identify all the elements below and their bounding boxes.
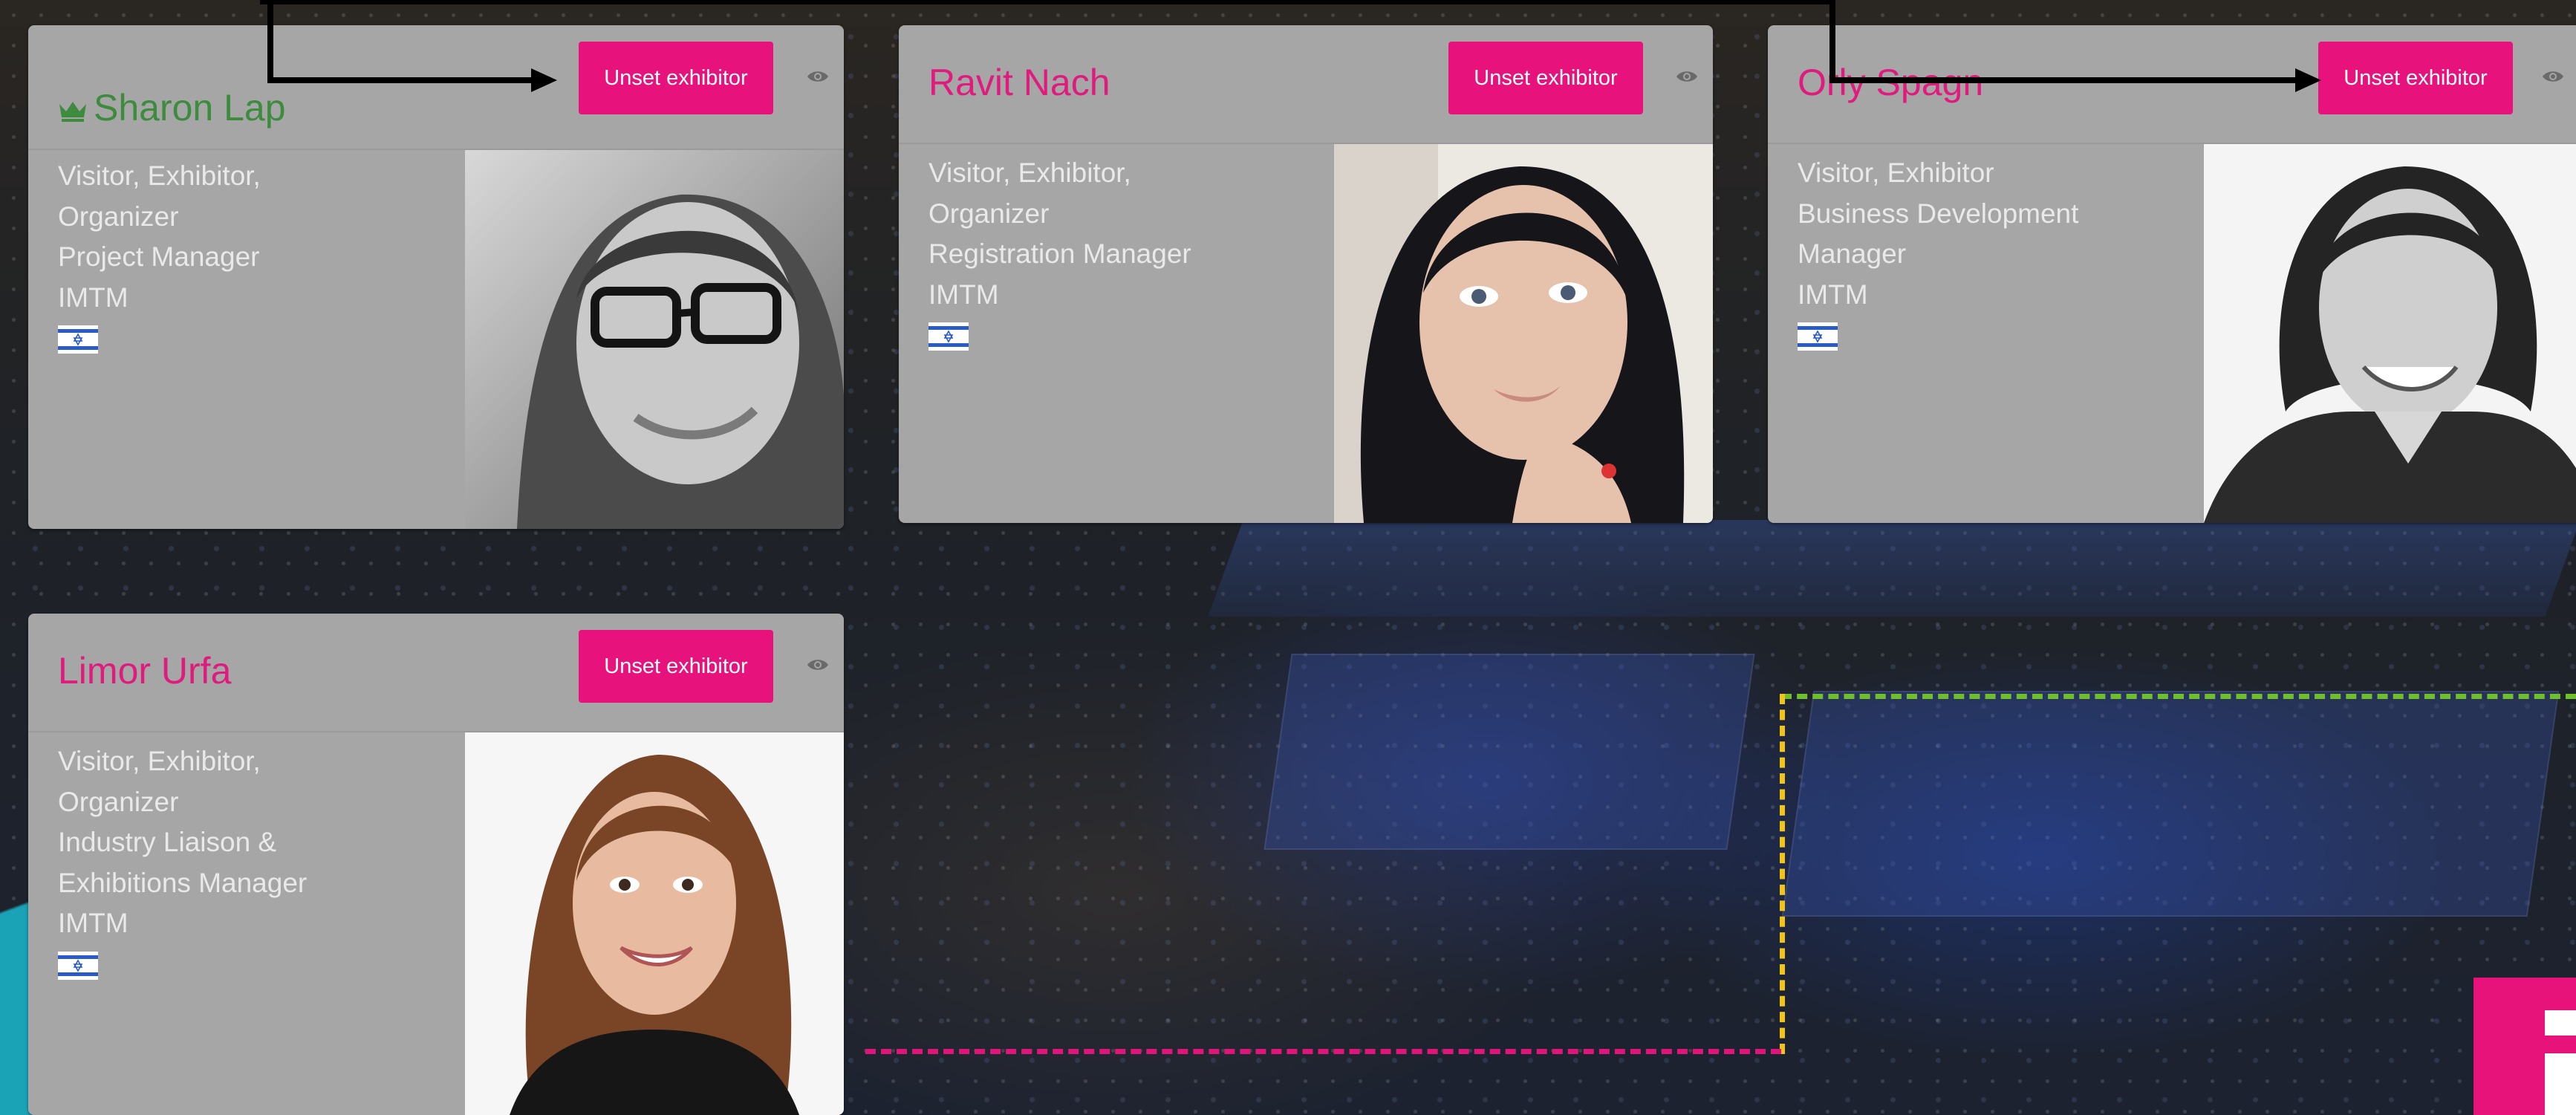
person-photo (2204, 144, 2576, 523)
job-title: Exhibitions Manager (58, 867, 308, 898)
portrait-image (1334, 144, 1713, 523)
roles-line: Organizer (58, 786, 179, 817)
israel-flag-icon (58, 951, 98, 980)
person-photo (465, 150, 844, 529)
roles-line: Organizer (928, 198, 1050, 229)
job-title: Manager (1798, 238, 1907, 269)
roles-line: Visitor, Exhibitor, (58, 160, 261, 191)
roles-line: Visitor, Exhibitor, (58, 746, 261, 776)
annotation-line-top (260, 0, 1835, 4)
unset-exhibitor-button[interactable]: Unset exhibitor (579, 42, 773, 114)
logo-mark (2545, 1010, 2576, 1115)
person-card-orly: Orly Spagn Unset exhibitor Visitor, Exhi… (1768, 25, 2576, 523)
crown-icon (59, 101, 86, 122)
unset-exhibitor-button[interactable]: Unset exhibitor (579, 630, 773, 703)
guide-line-pink (865, 1049, 1781, 1054)
israel-flag-icon (58, 325, 98, 354)
israel-flag-icon (1798, 322, 1838, 351)
job-title: Project Manager (58, 241, 260, 272)
person-name-text: Sharon Lap (94, 87, 286, 129)
company-name: IMTM (928, 279, 999, 310)
eye-icon[interactable] (2542, 68, 2564, 85)
roles-line: Visitor, Exhibitor, (928, 157, 1131, 188)
person-card-sharon: Sharon Lap Unset exhibitor Visitor, Exhi… (28, 25, 844, 529)
person-name[interactable]: Ravit Nach (928, 61, 1110, 104)
guide-line-yellow (1780, 694, 1785, 1054)
person-photo (465, 732, 844, 1115)
company-name: IMTM (1798, 279, 1868, 310)
booth-left (1263, 654, 1755, 850)
annotation-arrow-right (1829, 0, 2321, 92)
roles-line: Organizer (58, 201, 179, 232)
company-name: IMTM (58, 282, 129, 313)
person-card-ravit: Ravit Nach Unset exhibitor Visitor, Exhi… (899, 25, 1713, 523)
person-card-limor: Limor Urfa Unset exhibitor Visitor, Exhi… (28, 614, 844, 1115)
booth-roof (1208, 520, 2576, 617)
person-details: Visitor, Exhibitor Business Development … (1798, 153, 2199, 351)
person-name[interactable]: Limor Urfa (58, 649, 231, 692)
roles-line: Visitor, Exhibitor (1798, 157, 1994, 188)
company-name: IMTM (58, 908, 129, 938)
eye-icon[interactable] (1676, 68, 1698, 85)
portrait-image (2204, 144, 2576, 523)
person-name[interactable]: Sharon Lap (58, 86, 286, 129)
portrait-image (465, 150, 844, 529)
logo-mark-gap (2545, 1036, 2576, 1053)
person-details: Visitor, Exhibitor, Organizer Industry L… (58, 741, 459, 980)
eye-icon[interactable] (807, 657, 829, 673)
unset-exhibitor-button[interactable]: Unset exhibitor (2318, 42, 2513, 114)
portrait-image (465, 732, 844, 1115)
person-photo (1334, 144, 1713, 523)
eye-icon[interactable] (807, 68, 829, 85)
person-details: Visitor, Exhibitor, Organizer Project Ma… (58, 156, 459, 354)
job-title: Registration Manager (928, 238, 1191, 269)
unset-exhibitor-button[interactable]: Unset exhibitor (1448, 42, 1643, 114)
israel-flag-icon (928, 322, 969, 351)
brand-logo (2473, 978, 2576, 1115)
job-title: Industry Liaison & (58, 827, 277, 857)
person-details: Visitor, Exhibitor, Organizer Registrati… (928, 153, 1330, 351)
job-title: Business Development (1798, 198, 2079, 229)
booth-right (1781, 691, 2560, 917)
guide-line-green (1781, 694, 2576, 699)
